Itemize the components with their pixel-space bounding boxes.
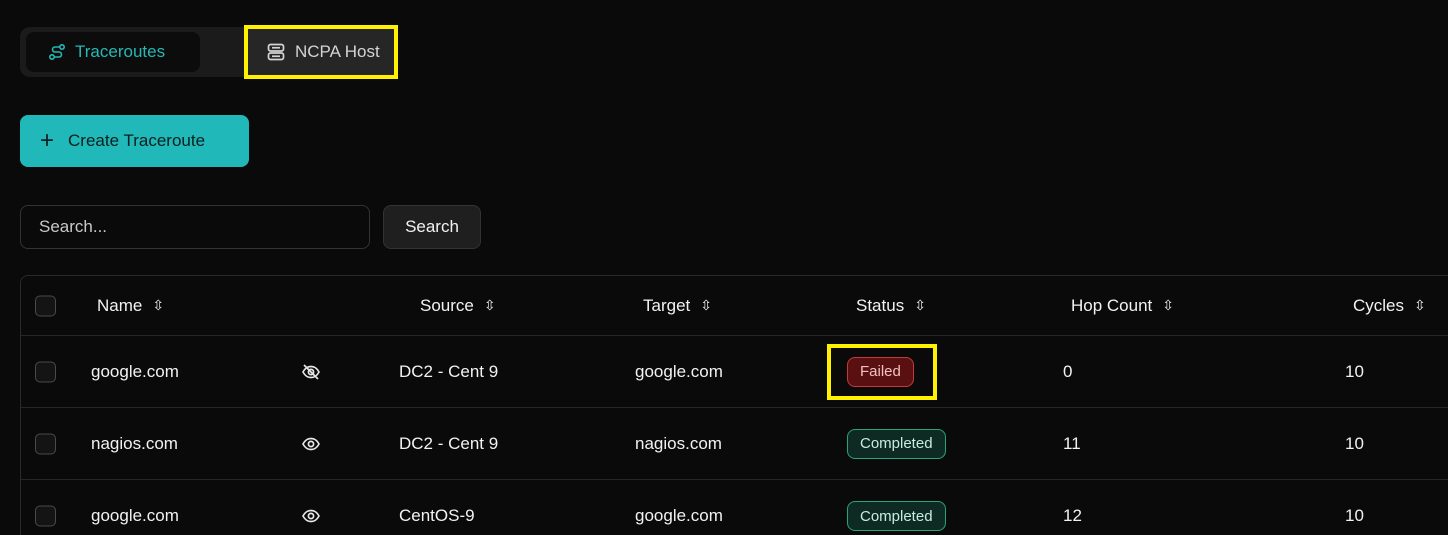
- status-badge: Completed: [847, 501, 946, 531]
- search-button[interactable]: Search: [383, 205, 481, 249]
- table-row[interactable]: nagios.com DC2 - Cent 9 nagios.com Compl…: [21, 408, 1448, 480]
- tab-ncpa-host[interactable]: NCPA Host: [244, 25, 398, 79]
- column-header-target[interactable]: Target ⇳: [643, 276, 712, 335]
- row-hop-count: 11: [1063, 433, 1081, 453]
- row-checkbox[interactable]: [35, 433, 56, 454]
- row-status: Completed: [847, 480, 946, 535]
- traceroutes-page: Traceroutes NCPA Host + Create Tracerout…: [0, 0, 1448, 535]
- table-row[interactable]: google.com CentOS-9 google.com Completed…: [21, 480, 1448, 535]
- column-header-status-label: Status: [856, 295, 905, 315]
- tab-traceroutes[interactable]: Traceroutes: [26, 32, 200, 72]
- eye-icon[interactable]: [301, 408, 321, 479]
- sort-icon: ⇳: [914, 297, 926, 313]
- table-row[interactable]: google.com DC2 - Cent 9 google.com Faile…: [21, 336, 1448, 408]
- row-hop-count: 12: [1063, 506, 1082, 525]
- row-cycles: 10: [1345, 506, 1364, 525]
- tab-ncpa-host-label: NCPA Host: [295, 42, 380, 61]
- server-icon: [267, 43, 285, 61]
- row-name: google.com: [91, 361, 179, 381]
- search-button-label: Search: [405, 217, 459, 236]
- column-header-status[interactable]: Status ⇳: [856, 276, 926, 335]
- sort-icon: ⇳: [1162, 297, 1175, 313]
- column-header-cycles[interactable]: Cycles ⇳: [1353, 276, 1426, 335]
- column-header-source[interactable]: Source ⇳: [420, 276, 496, 335]
- row-checkbox[interactable]: [35, 505, 56, 527]
- row-target: google.com: [635, 506, 723, 525]
- row-hop-count: 0: [1063, 361, 1073, 381]
- sort-icon: ⇳: [152, 297, 165, 313]
- eye-icon[interactable]: [301, 480, 321, 535]
- row-checkbox[interactable]: [35, 361, 56, 382]
- eye-off-icon[interactable]: [301, 336, 321, 407]
- sort-icon: ⇳: [700, 297, 712, 313]
- row-target: google.com: [635, 361, 723, 381]
- search-input[interactable]: [20, 205, 370, 249]
- row-source: DC2 - Cent 9: [399, 433, 499, 453]
- row-status: Completed: [847, 408, 946, 479]
- row-name: nagios.com: [91, 433, 178, 453]
- sort-icon: ⇳: [483, 297, 496, 313]
- row-cycles: 10: [1345, 361, 1364, 381]
- row-cycles: 10: [1345, 433, 1364, 453]
- column-header-hop-count[interactable]: Hop Count ⇳: [1071, 276, 1174, 335]
- highlight-box: [827, 344, 937, 400]
- create-traceroute-button[interactable]: + Create Traceroute: [20, 115, 249, 167]
- plus-icon: +: [40, 127, 55, 154]
- tab-traceroutes-label: Traceroutes: [75, 42, 166, 61]
- row-source: DC2 - Cent 9: [399, 361, 499, 381]
- table-header-row: Name ⇳ Source ⇳ Target ⇳ Status ⇳ Hop Co…: [21, 276, 1448, 336]
- column-header-cycles-label: Cycles: [1353, 295, 1405, 315]
- select-all-checkbox[interactable]: [35, 295, 56, 316]
- status-badge: Completed: [847, 428, 946, 459]
- column-header-name[interactable]: Name ⇳: [97, 276, 164, 335]
- view-tabs: Traceroutes NCPA Host: [20, 25, 398, 79]
- column-header-source-label: Source: [420, 295, 474, 315]
- route-icon: [48, 43, 66, 61]
- traceroutes-table: Name ⇳ Source ⇳ Target ⇳ Status ⇳ Hop Co…: [20, 275, 1448, 535]
- column-header-hop-count-label: Hop Count: [1071, 295, 1153, 315]
- create-traceroute-label: Create Traceroute: [68, 131, 206, 150]
- sort-icon: ⇳: [1414, 297, 1426, 313]
- row-source: CentOS-9: [399, 506, 475, 525]
- column-header-target-label: Target: [643, 295, 691, 315]
- row-name: google.com: [91, 506, 179, 525]
- row-target: nagios.com: [635, 433, 722, 453]
- column-header-name-label: Name: [97, 295, 143, 315]
